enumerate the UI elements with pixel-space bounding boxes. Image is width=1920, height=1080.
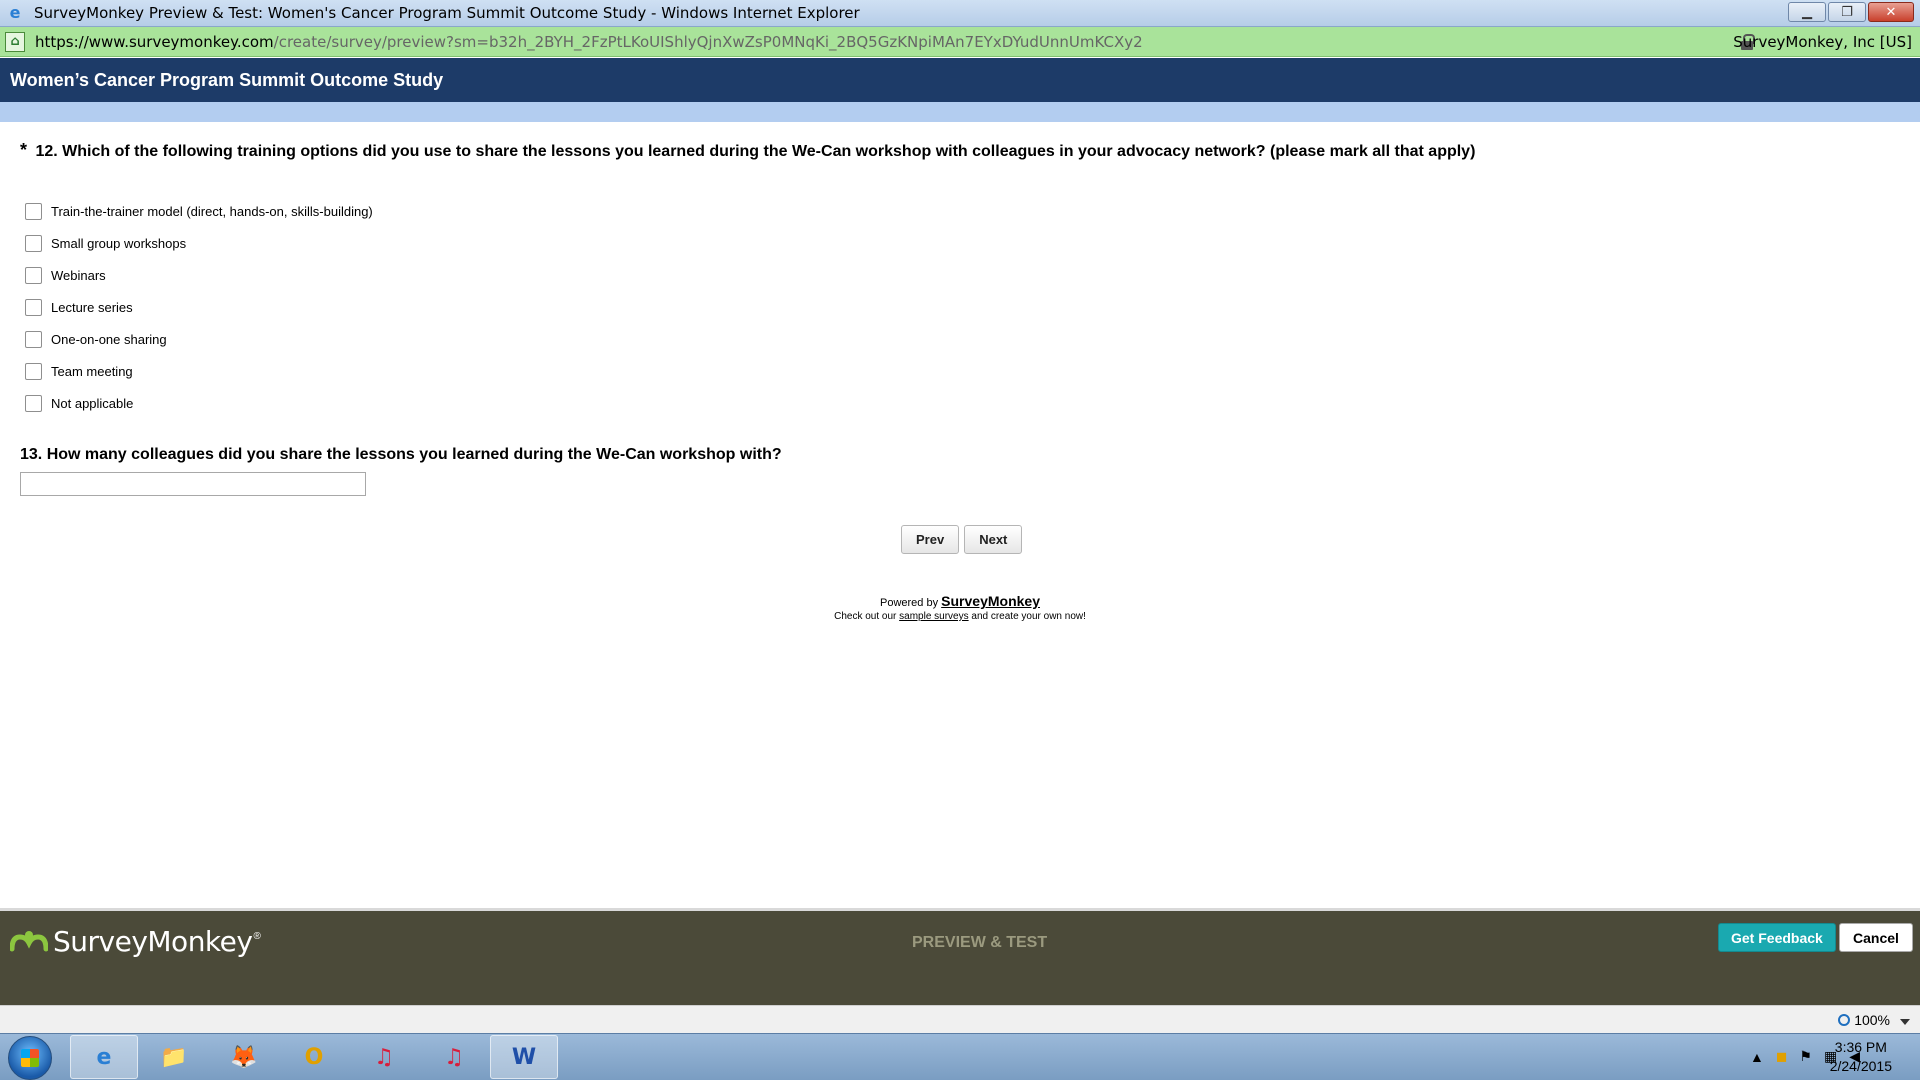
checkout-prefix: Check out our <box>834 611 900 622</box>
powered-by-text: Powered by <box>880 597 942 609</box>
taskbar-apps: e 📁 🦊 O ♫ ♫ W <box>70 1035 558 1079</box>
preview-test-bar: SurveyMonkey ® PREVIEW & TEST Get Feedba… <box>0 908 1920 1005</box>
page-icon: ⌂ <box>5 31 25 52</box>
question-12-options: Train-the-trainer model (direct, hands-o… <box>25 195 373 419</box>
action-center-flag-icon[interactable]: ⚑ <box>1799 1048 1812 1065</box>
checkbox[interactable] <box>25 394 42 412</box>
survey-navigation: Prev Next <box>901 525 1023 554</box>
word-taskbar-icon[interactable]: W <box>490 1035 558 1079</box>
taskbar: e 📁 🦊 O ♫ ♫ W ▲ ◼ ⚑ ▦ ◀ 3:36 PM 2/24/201… <box>0 1033 1920 1080</box>
next-button[interactable]: Next <box>964 525 1023 554</box>
question-13-text: 13. How many colleagues did you share th… <box>20 446 782 463</box>
internet-explorer-taskbar-icon[interactable]: e <box>70 1035 138 1079</box>
checkbox[interactable] <box>25 234 42 252</box>
url-host: https://www.surveymonkey.com <box>35 32 274 51</box>
question-12-text: 12. Which of the following training opti… <box>35 143 1476 160</box>
restore-button[interactable]: ❐ <box>1828 2 1866 22</box>
security-certificate[interactable]: SurveyMonkey, Inc [US] <box>1733 33 1912 51</box>
survey-title: Women’s Cancer Program Summit Outcome St… <box>10 70 444 90</box>
zoom-icon <box>1838 1014 1851 1026</box>
url-field[interactable]: https://www.surveymonkey.com/create/surv… <box>35 33 1143 51</box>
option-webinars[interactable]: Webinars <box>25 259 373 291</box>
clock-time: 3:36 PM <box>1834 1039 1887 1055</box>
window-title: SurveyMonkey Preview & Test: Women's Can… <box>34 4 860 22</box>
option-label: Train-the-trainer model (direct, hands-o… <box>51 203 373 219</box>
registered-mark: ® <box>253 931 261 942</box>
checkbox[interactable] <box>25 202 42 220</box>
option-label: Small group workshops <box>51 235 187 251</box>
get-feedback-button[interactable]: Get Feedback <box>1718 923 1836 952</box>
preview-test-label: PREVIEW & TEST <box>912 934 1048 951</box>
clock[interactable]: 3:36 PM 2/24/2015 <box>1830 1038 1892 1076</box>
option-label: Lecture series <box>51 299 133 315</box>
colleagues-count-input[interactable] <box>20 472 366 496</box>
option-small-group-workshops[interactable]: Small group workshops <box>25 227 373 259</box>
firefox-taskbar-icon[interactable]: 🦊 <box>210 1035 278 1079</box>
progress-strip <box>0 102 1920 122</box>
sample-surveys-link[interactable]: sample surveys <box>899 611 968 622</box>
url-path: /create/survey/preview?sm=b32h_2BYH_2FzP… <box>273 32 1143 51</box>
option-label: One-on-one sharing <box>51 331 167 347</box>
address-bar[interactable]: ⌂ https://www.surveymonkey.com/create/su… <box>0 27 1920 57</box>
prev-button[interactable]: Prev <box>901 525 960 554</box>
survey-header: Women’s Cancer Program Summit Outcome St… <box>0 58 1920 102</box>
zoom-level: 100% <box>1854 1012 1890 1028</box>
monkey-logo-icon <box>10 930 48 951</box>
cancel-button[interactable]: Cancel <box>1839 923 1913 952</box>
checkbox[interactable] <box>25 266 42 284</box>
zoom-dropdown-icon[interactable] <box>1900 1019 1910 1025</box>
required-marker: * <box>20 140 28 160</box>
checkbox[interactable] <box>25 298 42 316</box>
option-one-on-one-sharing[interactable]: One-on-one sharing <box>25 323 373 355</box>
option-lecture-series[interactable]: Lecture series <box>25 291 373 323</box>
zoom-control[interactable]: 100% <box>1838 1012 1890 1028</box>
option-label: Team meeting <box>51 363 133 379</box>
file-explorer-taskbar-icon[interactable]: 📁 <box>140 1035 208 1079</box>
itunes-taskbar-icon-2[interactable]: ♫ <box>420 1035 488 1079</box>
outlook-taskbar-icon[interactable]: O <box>280 1035 348 1079</box>
question-12: * 12. Which of the following training op… <box>20 140 1475 161</box>
itunes-taskbar-icon[interactable]: ♫ <box>350 1035 418 1079</box>
checkout-suffix: and create your own now! <box>968 611 1086 622</box>
checkbox[interactable] <box>25 330 42 348</box>
option-not-applicable[interactable]: Not applicable <box>25 387 373 419</box>
outlook-tray-icon[interactable]: ◼ <box>1776 1048 1788 1065</box>
option-label: Webinars <box>51 267 106 283</box>
surveymonkey-link[interactable]: SurveyMonkey <box>941 593 1040 609</box>
logo-text: SurveyMonkey <box>53 925 253 958</box>
checkout-line: Check out our sample surveys and create … <box>0 611 1920 622</box>
option-train-the-trainer[interactable]: Train-the-trainer model (direct, hands-o… <box>25 195 373 227</box>
show-hidden-icons-icon[interactable]: ▲ <box>1750 1049 1764 1065</box>
close-button[interactable]: ✕ <box>1868 2 1914 22</box>
surveymonkey-logo: SurveyMonkey ® <box>10 925 261 958</box>
window-title-bar: e SurveyMonkey Preview & Test: Women's C… <box>0 0 1920 27</box>
option-team-meeting[interactable]: Team meeting <box>25 355 373 387</box>
status-bar: 100% <box>0 1005 1920 1033</box>
window-controls: ▁ ❐ ✕ <box>1788 2 1914 22</box>
minimize-button[interactable]: ▁ <box>1788 2 1826 22</box>
internet-explorer-icon: e <box>9 3 21 22</box>
powered-by: Powered by SurveyMonkey <box>0 593 1920 609</box>
option-label: Not applicable <box>51 395 134 411</box>
clock-date: 2/24/2015 <box>1829 1058 1892 1074</box>
start-button[interactable] <box>8 1036 52 1080</box>
checkbox[interactable] <box>25 362 42 380</box>
